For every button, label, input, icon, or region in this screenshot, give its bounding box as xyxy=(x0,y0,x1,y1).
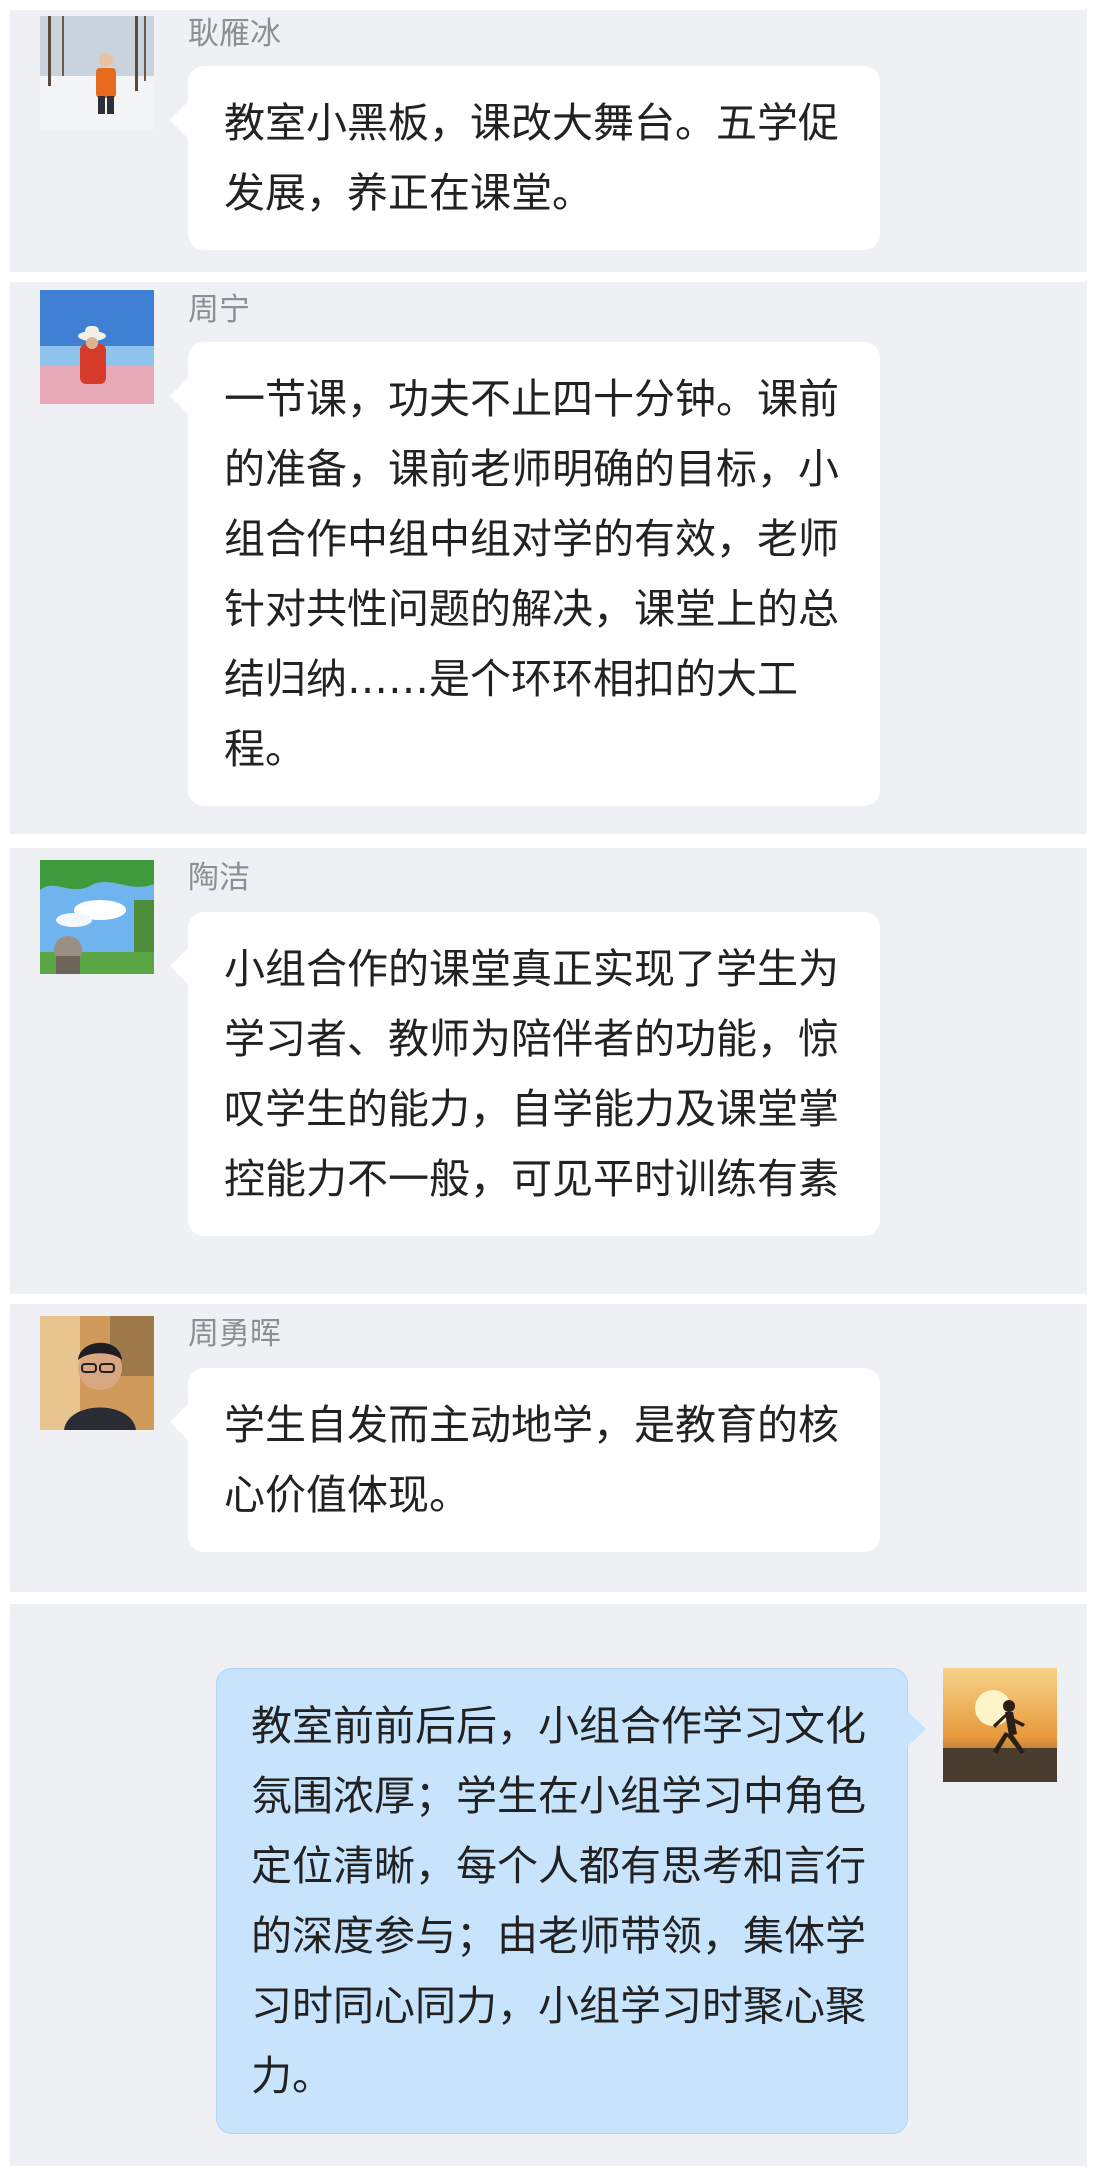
message-bubble[interactable]: 教室小黑板，课改大舞台。五学促发展，养正在课堂。 xyxy=(170,66,880,250)
sender-name: 陶洁 xyxy=(188,860,250,896)
message-row: 教室前前后后，小组合作学习文化氛围浓厚；学生在小组学习中角色定位清晰，每个人都有… xyxy=(10,1604,1087,2166)
runner-at-sunset-avatar[interactable] xyxy=(943,1668,1057,1782)
message-bubble[interactable]: 学生自发而主动地学，是教育的核心价值体现。 xyxy=(170,1368,880,1552)
sender-name: 耿雁冰 xyxy=(188,16,281,52)
person-in-snow-avatar[interactable] xyxy=(40,16,154,130)
message-bubble[interactable]: 一节课，功夫不止四十分钟。课前的准备，课前老师明确的目标，小组合作中组中组对学的… xyxy=(170,342,880,806)
message-row: 陶洁 小组合作的课堂真正实现了学生为学习者、教师为陪伴者的功能，惊叹学生的能力，… xyxy=(10,848,1087,1294)
message-bubble[interactable]: 教室前前后后，小组合作学习文化氛围浓厚；学生在小组学习中角色定位清晰，每个人都有… xyxy=(216,1668,926,2134)
message-row: 耿雁冰 教室小黑板，课改大舞台。五学促发展，养正在课堂。 xyxy=(10,10,1087,272)
message-row: 周宁 一节课，功夫不止四十分钟。课前的准备，课前老师明确的目标，小组合作中组中组… xyxy=(10,282,1087,834)
sender-name: 周勇晖 xyxy=(188,1316,281,1352)
person-with-hat-at-beach-avatar[interactable] xyxy=(40,290,154,404)
trees-and-sky-avatar[interactable] xyxy=(40,860,154,974)
message-row: 周勇晖 学生自发而主动地学，是教育的核心价值体现。 xyxy=(10,1304,1087,1592)
man-with-glasses-avatar[interactable] xyxy=(40,1316,154,1430)
message-bubble[interactable]: 小组合作的课堂真正实现了学生为学习者、教师为陪伴者的功能，惊叹学生的能力，自学能… xyxy=(170,912,880,1236)
sender-name: 周宁 xyxy=(188,292,250,328)
